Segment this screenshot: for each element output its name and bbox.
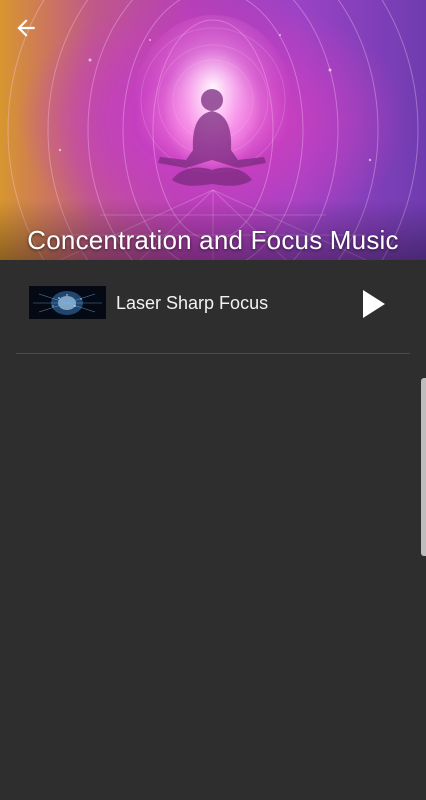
track-list: Laser Sharp Focus [0, 260, 426, 346]
track-thumbnail [29, 286, 106, 319]
track-title: Laser Sharp Focus [116, 293, 269, 313]
meditation-artwork [7, 0, 419, 260]
play-icon [363, 290, 385, 318]
back-button[interactable] [8, 10, 44, 46]
list-divider [16, 353, 410, 354]
track-row[interactable]: Laser Sharp Focus [0, 260, 426, 346]
arrow-left-icon [17, 19, 35, 37]
header-artwork: Concentration and Focus Music [0, 0, 426, 260]
page-title: Concentration and Focus Music [27, 225, 399, 255]
scrollbar[interactable] [421, 378, 426, 556]
screen: Concentration and Focus Music Laser Shar… [0, 0, 426, 800]
play-button[interactable] [354, 284, 394, 324]
brain-network-thumbnail [29, 286, 106, 319]
